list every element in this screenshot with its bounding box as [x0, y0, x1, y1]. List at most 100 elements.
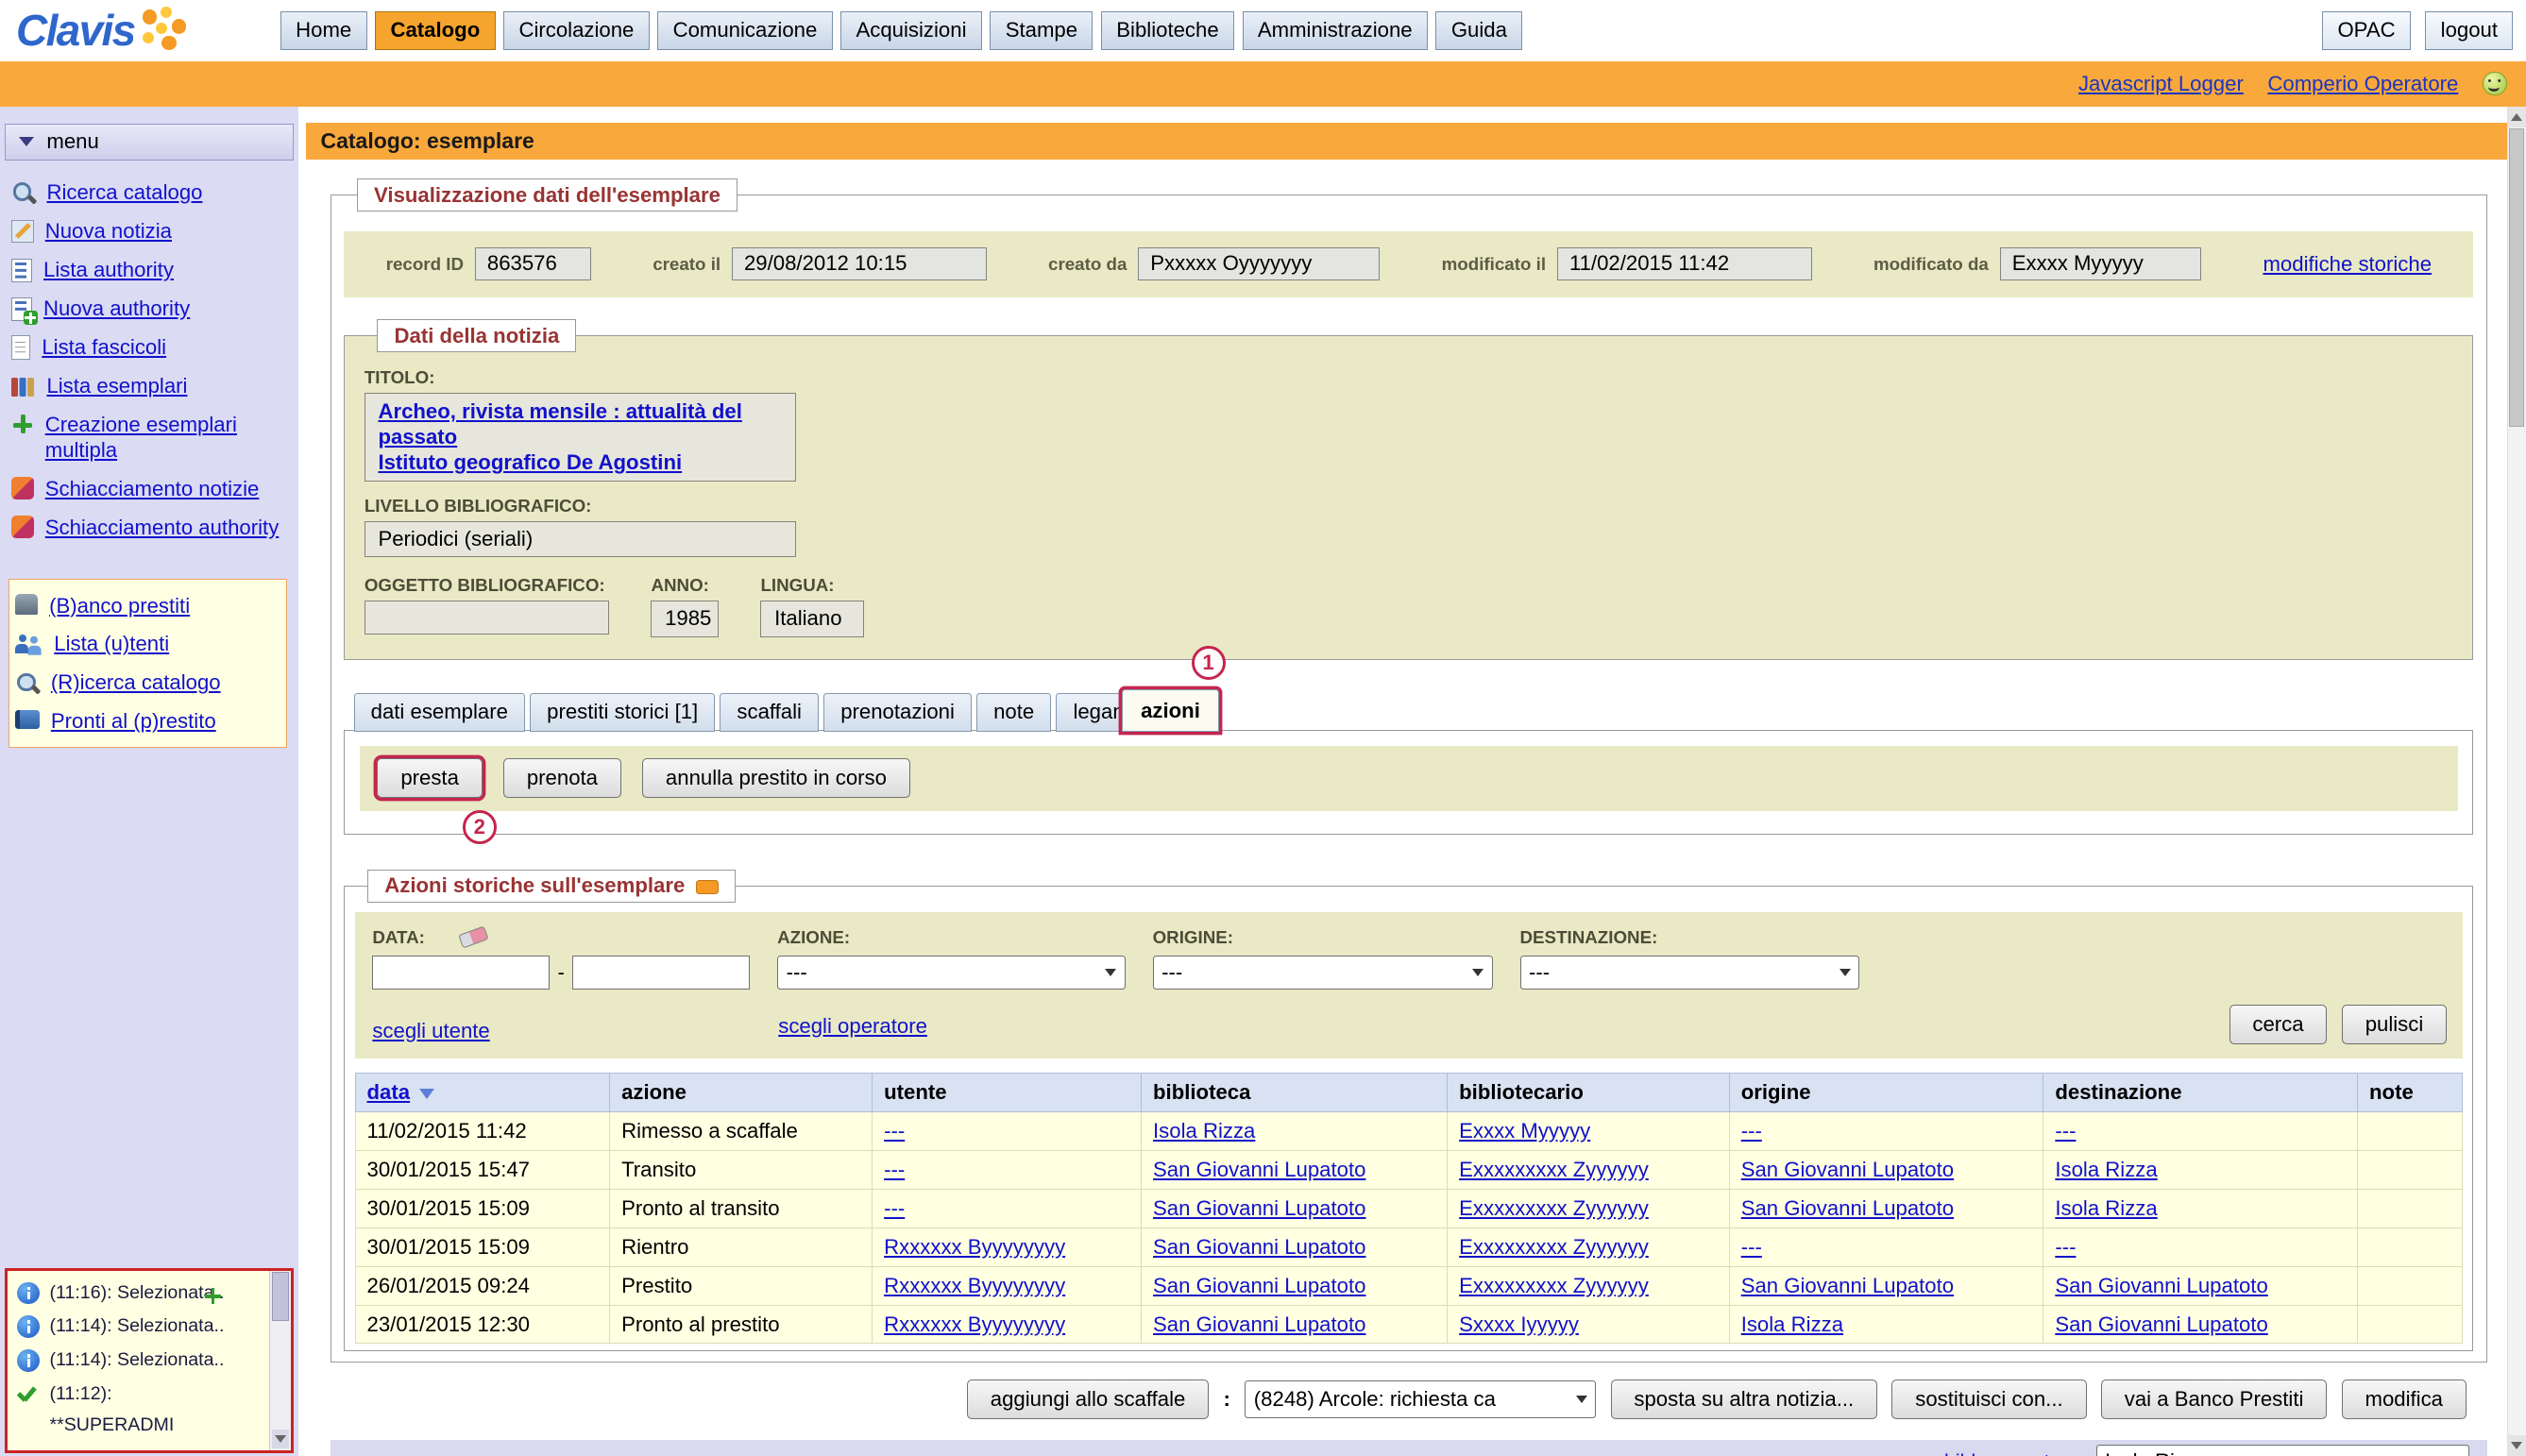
add-to-shelf-button[interactable]: aggiungi allo scaffale [967, 1380, 1209, 1419]
sidebar-item-label[interactable]: Lista authority [43, 257, 174, 282]
sidebar-item-nuova-authority[interactable]: Nuova authority [8, 289, 296, 328]
nav-tab-guida[interactable]: Guida [1435, 11, 1522, 51]
scrollbar-thumb[interactable] [2509, 128, 2524, 427]
quick-link-banco-prestiti[interactable]: (B)anco prestiti [12, 586, 282, 625]
shelf-select[interactable]: (8248) Arcole: richiesta ca [1245, 1380, 1596, 1417]
bibliotecario-link[interactable]: Sxxxx Iyyyyy [1459, 1312, 1579, 1336]
go-loan-desk-button[interactable]: vai a Banco Prestiti [2101, 1380, 2327, 1419]
origine-link[interactable]: --- [1741, 1235, 1762, 1259]
presta-button[interactable]: presta [377, 758, 482, 798]
sidebar-item-lista-esemplari[interactable]: Lista esemplari [8, 366, 296, 405]
bibliotecario-link[interactable]: Exxxxxxxxx Zyyyyyy [1459, 1235, 1649, 1259]
operator-link[interactable]: Comperio Operatore [2267, 72, 2458, 96]
nav-tab-circolazione[interactable]: Circolazione [503, 11, 650, 51]
scroll-up-arrow[interactable] [2508, 107, 2526, 127]
sidebar-item-label[interactable]: Nuova notizia [45, 218, 172, 244]
origine-link[interactable]: --- [1741, 1119, 1762, 1143]
nav-tab-home[interactable]: Home [280, 11, 367, 51]
destinazione-link[interactable]: --- [2055, 1235, 2076, 1259]
quick-link-label[interactable]: (B)anco prestiti [49, 593, 190, 618]
sidebar-item-label[interactable]: Schiacciamento authority [45, 515, 280, 540]
quick-link-label[interactable]: Lista (u)tenti [54, 631, 169, 656]
utente-link[interactable]: Rxxxxxx Byyyyyyyy [884, 1312, 1065, 1336]
sort-descending-icon[interactable] [419, 1089, 434, 1099]
destinazione-link[interactable]: Isola Rizza [2055, 1196, 2157, 1220]
destinazione-link[interactable]: San Giovanni Lupatoto [2055, 1274, 2267, 1297]
javascript-logger-link[interactable]: Javascript Logger [2078, 72, 2244, 96]
utente-link[interactable]: Rxxxxxx Byyyyyyyy [884, 1274, 1065, 1297]
quick-link-lista-utenti[interactable]: Lista (u)tenti [12, 625, 282, 664]
record-title-link[interactable]: Archeo, rivista mensile : attualità del … [378, 398, 782, 450]
clavis-logo[interactable]: Clavis [16, 7, 261, 55]
date-to-input[interactable] [572, 956, 750, 990]
tab-legami[interactable]: legami [1056, 693, 1131, 733]
move-to-record-button[interactable]: sposta su altra notizia... [1611, 1380, 1878, 1419]
current-library-select[interactable]: Isola Rizza [2096, 1445, 2470, 1456]
biblioteca-link[interactable]: San Giovanni Lupatoto [1153, 1196, 1365, 1220]
utente-link[interactable]: --- [884, 1158, 905, 1181]
sidebar-item-schiacciamento-notizie[interactable]: Schiacciamento notizie [8, 469, 296, 508]
biblioteca-link[interactable]: San Giovanni Lupatoto [1153, 1235, 1365, 1259]
quick-link-label[interactable]: Pronti al (p)restito [51, 708, 216, 734]
origine-link[interactable]: Isola Rizza [1741, 1312, 1843, 1336]
action-select[interactable]: --- [777, 956, 1125, 990]
origin-select[interactable]: --- [1153, 956, 1493, 990]
notification-item[interactable]: (11:14): Selezionata.. [8, 1338, 290, 1372]
sidebar-item-label[interactable]: Lista fascicoli [42, 334, 166, 360]
choose-operator-link[interactable]: scegli operatore [778, 1014, 927, 1044]
record-publisher-link[interactable]: Istituto geografico De Agostini [378, 449, 782, 475]
logout-button[interactable]: logout [2425, 11, 2513, 51]
sidebar-item-lista-fascicoli[interactable]: Lista fascicoli [8, 328, 296, 366]
date-from-input[interactable] [372, 956, 550, 990]
origine-link[interactable]: San Giovanni Lupatoto [1741, 1274, 1954, 1297]
sidebar-item-creazione-esemplari[interactable]: Creazione esemplari multipla [8, 405, 296, 469]
destination-select[interactable]: --- [1520, 956, 1860, 990]
tab-dati-esemplare[interactable]: dati esemplare [354, 693, 525, 733]
quick-link-label[interactable]: (R)icerca catalogo [51, 669, 221, 695]
quick-link-ricerca-catalogo[interactable]: (R)icerca catalogo [12, 664, 282, 703]
biblioteca-link[interactable]: San Giovanni Lupatoto [1153, 1312, 1365, 1336]
origine-link[interactable]: San Giovanni Lupatoto [1741, 1158, 1954, 1181]
cerca-button[interactable]: cerca [2229, 1005, 2328, 1044]
scroll-down-arrow[interactable] [272, 1430, 289, 1448]
modify-button[interactable]: modifica [2342, 1380, 2467, 1419]
tab-scaffali[interactable]: scaffali [720, 693, 819, 733]
page-scrollbar[interactable] [2507, 107, 2526, 1456]
sidebar-item-nuova-notizia[interactable]: Nuova notizia [8, 212, 296, 250]
nav-tab-amministrazione[interactable]: Amministrazione [1243, 11, 1428, 51]
collapse-panel-icon[interactable] [696, 880, 719, 894]
sidebar-item-label[interactable]: Schiacciamento notizie [45, 476, 260, 501]
utente-link[interactable]: --- [884, 1119, 905, 1143]
destinazione-link[interactable]: San Giovanni Lupatoto [2055, 1312, 2267, 1336]
tab-azioni[interactable]: azioni [1122, 689, 1218, 732]
nav-tab-biblioteche[interactable]: Biblioteche [1101, 11, 1234, 51]
nav-tab-stampe[interactable]: Stampe [990, 11, 1093, 51]
sidebar-item-ricerca-catalogo[interactable]: Ricerca catalogo [8, 173, 296, 212]
sidebar-menu-header[interactable]: menu [5, 124, 293, 160]
nav-tab-comunicazione[interactable]: Comunicazione [657, 11, 832, 51]
replace-with-button[interactable]: sostituisci con... [1891, 1380, 2086, 1419]
biblioteca-link[interactable]: Isola Rizza [1153, 1119, 1255, 1143]
current-library-link[interactable]: bibl. corrente [1944, 1450, 2060, 1456]
biblioteca-link[interactable]: San Giovanni Lupatoto [1153, 1158, 1365, 1181]
bibliotecario-link[interactable]: Exxxxxxxxx Zyyyyyy [1459, 1196, 1649, 1220]
notification-item[interactable]: (11:14): Selezionata.. [8, 1304, 290, 1338]
bibliotecario-link[interactable]: Exxxxxxxxx Zyyyyyy [1459, 1158, 1649, 1181]
bibliotecario-link[interactable]: Exxxx Myyyyy [1459, 1119, 1590, 1143]
annulla-prestito-button[interactable]: annulla prestito in corso [642, 758, 910, 798]
utente-link[interactable]: --- [884, 1196, 905, 1220]
sidebar-item-label[interactable]: Ricerca catalogo [46, 179, 202, 205]
destinazione-link[interactable]: Isola Rizza [2055, 1158, 2157, 1181]
nav-tab-acquisizioni[interactable]: Acquisizioni [840, 11, 982, 51]
pulisci-button[interactable]: pulisci [2342, 1005, 2447, 1044]
tab-prestiti-storici[interactable]: prestiti storici [1] [530, 693, 715, 733]
add-icon[interactable] [205, 1288, 221, 1304]
sidebar-item-label[interactable]: Creazione esemplari multipla [45, 412, 292, 464]
sidebar-item-lista-authority[interactable]: Lista authority [8, 250, 296, 289]
biblioteca-link[interactable]: San Giovanni Lupatoto [1153, 1274, 1365, 1297]
destinazione-link[interactable]: --- [2055, 1119, 2076, 1143]
eraser-icon[interactable] [459, 925, 489, 948]
sidebar-item-label[interactable]: Nuova authority [43, 296, 190, 321]
notification-item[interactable]: (11:12): **SUPERADMI [8, 1372, 290, 1436]
notification-item[interactable]: (11:16): Selezionata.. [8, 1271, 290, 1305]
